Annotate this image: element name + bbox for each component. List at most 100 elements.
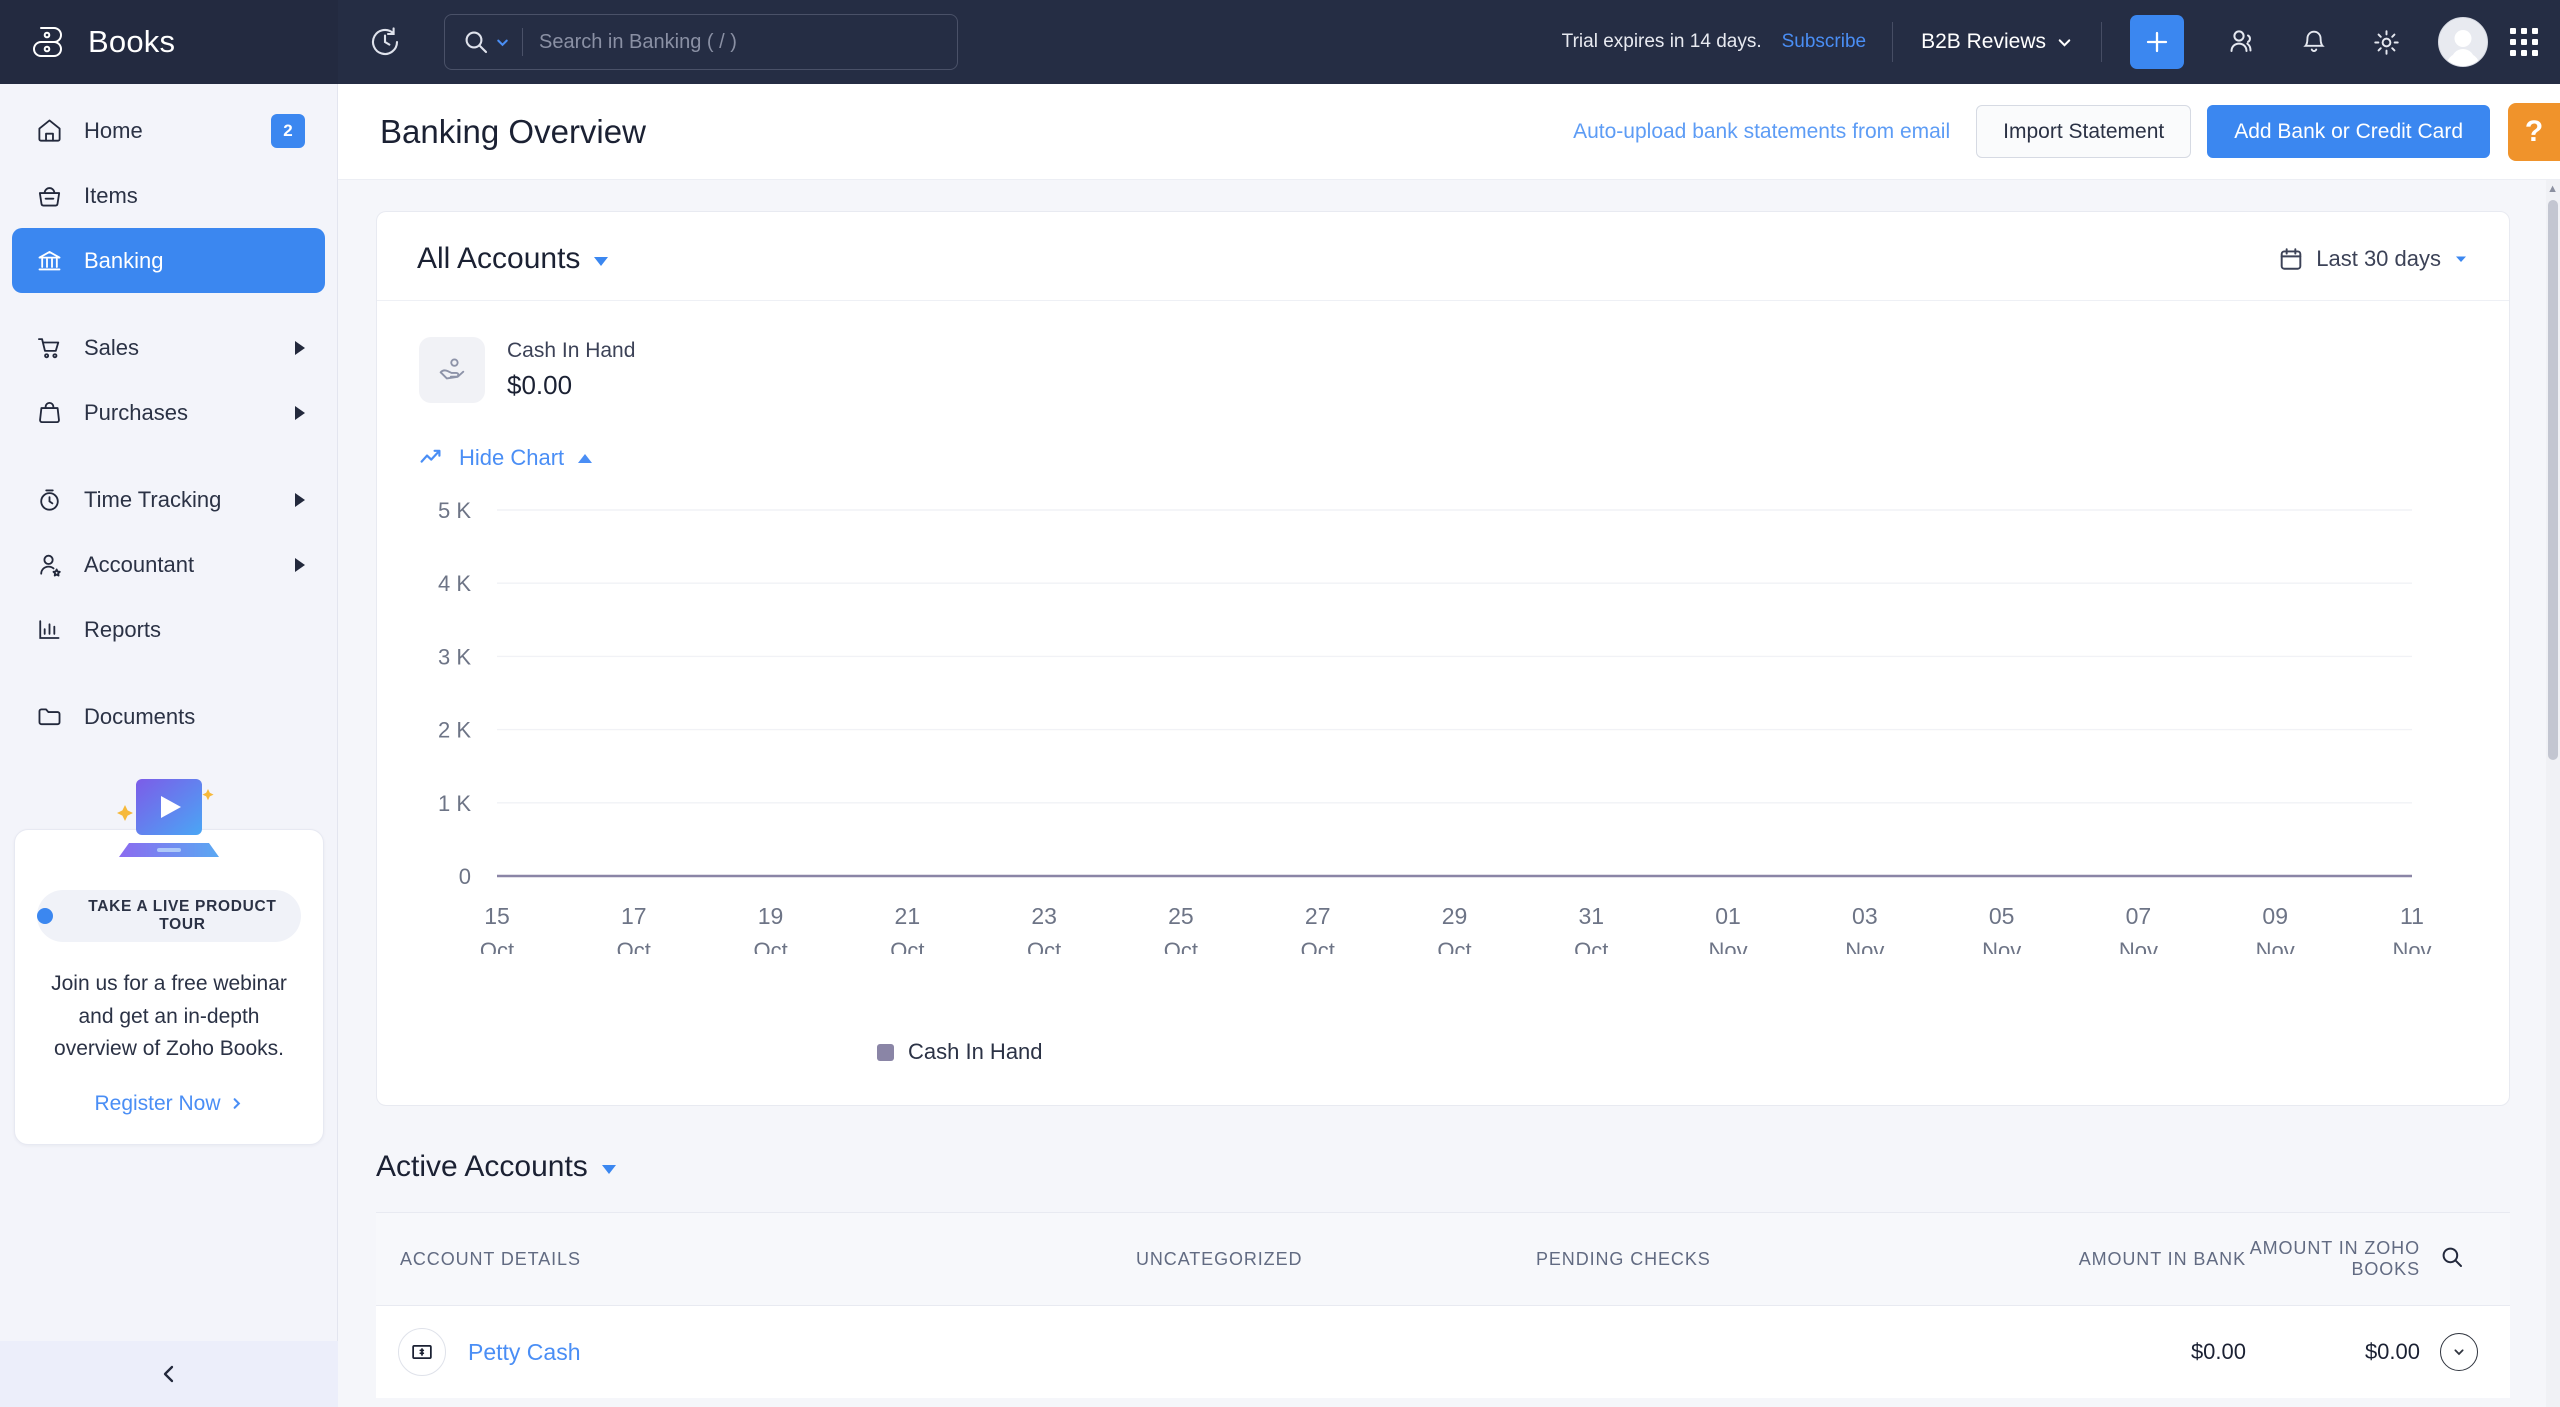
all-accounts-dropdown[interactable]: All Accounts	[417, 242, 608, 276]
hide-chart-label: Hide Chart	[459, 445, 564, 471]
legend-label-cash-in-hand: Cash In Hand	[908, 1039, 1043, 1065]
items-basket-icon	[34, 181, 64, 211]
search-scope-dropdown[interactable]	[445, 29, 522, 55]
x-axis-tick-day: 03	[1852, 903, 1878, 929]
sidebar-item-time-tracking[interactable]: Time Tracking	[12, 467, 325, 532]
x-axis-tick-month: Oct	[617, 938, 651, 954]
x-axis-tick-month: Oct	[890, 938, 924, 954]
content-scrollbar[interactable]: ▲	[2546, 180, 2560, 1407]
chevron-down-circle-icon[interactable]	[2440, 1333, 2478, 1371]
column-account-details: ACCOUNT DETAILS	[376, 1213, 1136, 1306]
search-icon	[463, 29, 489, 55]
product-tour-card: TAKE A LIVE PRODUCT TOUR Join us for a f…	[14, 829, 324, 1145]
hide-chart-toggle[interactable]: Hide Chart	[419, 445, 592, 471]
sidebar-item-accountant[interactable]: Accountant	[12, 532, 325, 597]
x-axis-tick-month: Oct	[1164, 938, 1198, 954]
cell-row-actions	[2440, 1306, 2510, 1399]
x-axis-tick-month: Oct	[753, 938, 787, 954]
sidebar-item-label: Sales	[84, 335, 275, 361]
all-accounts-title: All Accounts	[417, 242, 580, 276]
active-accounts-section: Active Accounts ACCOUNT DETAILS UNCATEGO…	[376, 1150, 2510, 1398]
import-statement-button[interactable]: Import Statement	[1976, 105, 2191, 158]
y-axis-tick-label: 4 K	[438, 571, 471, 596]
table-header: ACCOUNT DETAILS UNCATEGORIZED PENDING CH…	[376, 1213, 2510, 1306]
sidebar-item-label: Reports	[84, 617, 305, 643]
page-title: Banking Overview	[380, 113, 646, 151]
folder-icon	[34, 702, 64, 732]
accountant-icon	[34, 550, 64, 580]
register-now-label: Register Now	[94, 1092, 220, 1116]
x-axis-tick-month: Oct	[1437, 938, 1471, 954]
top-navigation-bar: Books Trial expires in 14 days. Subscrib…	[0, 0, 2560, 84]
account-name: Cash In Hand	[507, 339, 635, 363]
sidebar-item-home[interactable]: Home 2	[12, 98, 325, 163]
history-clock-icon[interactable]	[368, 25, 402, 59]
x-axis-tick-month: Oct	[1301, 938, 1335, 954]
cell-amount-in-bank: $0.00	[1916, 1306, 2246, 1399]
trend-up-icon	[419, 445, 445, 471]
x-axis-tick-day: 19	[758, 903, 784, 929]
register-now-link[interactable]: Register Now	[94, 1092, 243, 1116]
help-button[interactable]: ?	[2508, 103, 2560, 161]
zoho-books-logo-icon	[30, 22, 70, 62]
active-accounts-dropdown[interactable]: Active Accounts	[376, 1150, 616, 1184]
x-axis-tick-day: 11	[2400, 903, 2424, 929]
account-details-cell: Petty Cash	[376, 1328, 1136, 1376]
sidebar-item-banking[interactable]: Banking	[12, 228, 325, 293]
chevron-right-icon	[295, 558, 305, 572]
top-nav-right-cluster: Trial expires in 14 days. Subscribe B2B …	[1562, 0, 2560, 84]
brand-home-link[interactable]: Books	[0, 0, 338, 84]
settings-button[interactable]	[2360, 16, 2412, 68]
gear-icon	[2371, 27, 2402, 58]
laptop-play-video-icon	[107, 773, 231, 869]
notifications-button[interactable]	[2288, 16, 2340, 68]
tour-live-dot-icon	[37, 908, 53, 924]
money-bill-icon	[398, 1328, 446, 1376]
product-tour-body-text: Join us for a free webinar and get an in…	[37, 968, 301, 1066]
organization-name: B2B Reviews	[1921, 30, 2046, 54]
auto-upload-statements-link[interactable]: Auto-upload bank statements from email	[1573, 120, 1950, 144]
home-badge-count: 2	[271, 114, 305, 148]
global-search-box[interactable]	[444, 14, 958, 70]
sidebar-item-documents[interactable]: Documents	[12, 684, 325, 749]
subscribe-link[interactable]: Subscribe	[1782, 31, 1867, 53]
sidebar-item-sales[interactable]: Sales	[12, 315, 325, 380]
table-search-button[interactable]	[2440, 1213, 2510, 1306]
all-accounts-card-header: All Accounts Last 30 days	[377, 212, 2509, 301]
scroll-up-arrow-icon[interactable]: ▲	[2547, 183, 2558, 195]
account-name-link[interactable]: Petty Cash	[468, 1339, 581, 1366]
grid-apps-icon[interactable]	[2510, 28, 2538, 56]
x-axis-tick-day: 25	[1168, 903, 1194, 929]
contacts-button[interactable]	[2216, 16, 2268, 68]
sidebar-nav-list: Home 2 Items Banking	[0, 84, 337, 749]
product-tour-pill[interactable]: TAKE A LIVE PRODUCT TOUR	[37, 890, 301, 942]
chevron-down-icon	[495, 35, 510, 50]
chart-canvas: 01 K2 K3 K4 K5 K15Oct17Oct19Oct21Oct23Oc…	[377, 494, 2437, 954]
y-axis-tick-label: 1 K	[438, 791, 471, 816]
sidebar-collapse-button[interactable]	[0, 1341, 338, 1407]
sidebar-item-purchases[interactable]: Purchases	[12, 380, 325, 445]
chevron-right-icon	[229, 1096, 244, 1111]
organization-switcher[interactable]: B2B Reviews	[1893, 30, 2101, 54]
search-input[interactable]	[523, 31, 957, 54]
quick-create-button[interactable]	[2130, 15, 2184, 69]
sidebar-item-reports[interactable]: Reports	[12, 597, 325, 662]
user-avatar[interactable]	[2438, 17, 2488, 67]
add-bank-or-credit-card-button[interactable]: Add Bank or Credit Card	[2207, 105, 2490, 158]
sidebar-item-items[interactable]: Items	[12, 163, 325, 228]
chevron-left-icon	[158, 1363, 180, 1385]
cash-flow-chart: 01 K2 K3 K4 K5 K15Oct17Oct19Oct21Oct23Oc…	[377, 494, 2509, 1039]
chevron-up-icon	[578, 454, 592, 463]
table-row[interactable]: Petty Cash $0.00 $0.00	[376, 1306, 2510, 1399]
page-header-actions: Auto-upload bank statements from email I…	[1573, 84, 2560, 180]
timer-icon	[34, 485, 64, 515]
sidebar-item-label: Banking	[84, 248, 305, 274]
column-amount-in-bank: AMOUNT IN BANK	[1916, 1213, 2246, 1306]
x-axis-tick-month: Nov	[1709, 938, 1748, 954]
date-range-picker[interactable]: Last 30 days	[2278, 246, 2469, 272]
y-axis-tick-label: 3 K	[438, 644, 471, 669]
x-axis-tick-day: 29	[1442, 903, 1468, 929]
scrollbar-thumb[interactable]	[2548, 200, 2558, 760]
sidebar-item-label: Documents	[84, 704, 305, 730]
x-axis-tick-day: 23	[1031, 903, 1057, 929]
